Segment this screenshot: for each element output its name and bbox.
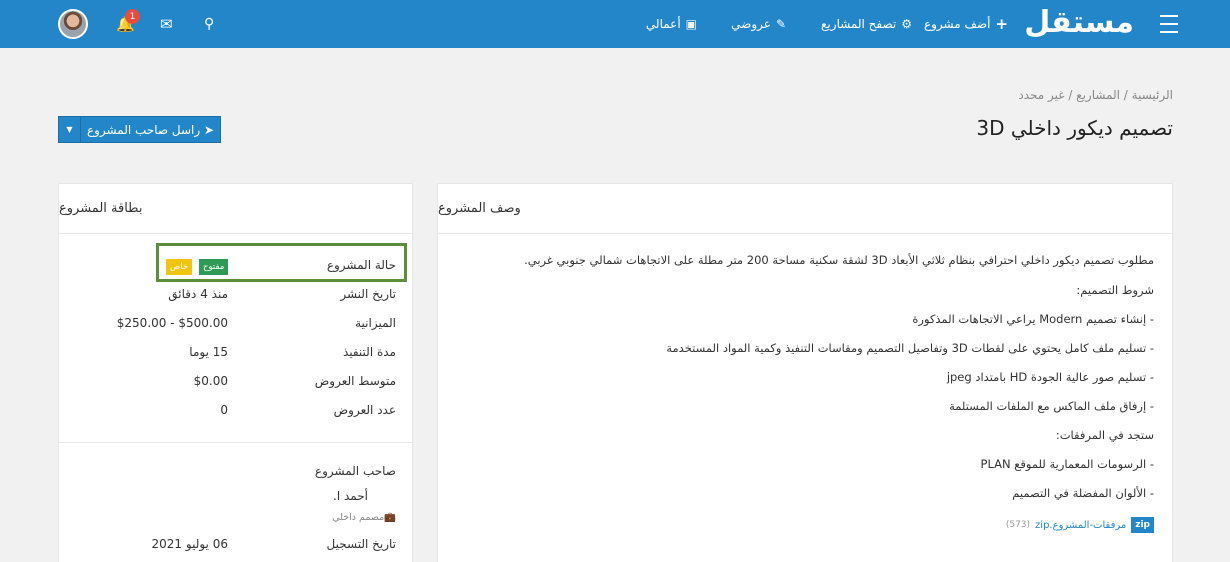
page-title: تصميم ديكور داخلي 3D (976, 116, 1173, 140)
register-row: تاريخ التسجيل 06 يوليو 2021 (151, 537, 396, 551)
nav-my-bids[interactable]: ✎ عروضي (731, 0, 786, 48)
description-body: مطلوب تصميم ديكور داخلي احترافي بنظام ثل… (438, 234, 1172, 512)
pen-icon: ✎ (775, 17, 786, 31)
zip-file-icon: zip (1131, 517, 1154, 533)
briefcase-icon: 💼 (384, 512, 396, 523)
send-icon: ➤ (203, 122, 215, 137)
card-row: تاريخ النشر منذ 4 دقائق (168, 287, 396, 301)
description-line: - تسليم صور عالية الجودة HD بامتداد jpeg (946, 370, 1154, 384)
card-row: الميزانية $250.00 - $500.00 (116, 316, 396, 330)
owner-role: 💼مصمم داخلي (332, 512, 396, 523)
breadcrumb[interactable]: الرئيسية / المشاريع / غير محدد (1018, 88, 1173, 102)
top-navbar: مستقل + أضف مشروع ⚙ تصفح المشاريع ✎ عروض… (0, 0, 1230, 48)
project-card-panel: بطاقة المشروع خاص مفتوح حالة المشروع تار… (58, 183, 413, 562)
search-icon[interactable]: ⚲ (204, 0, 214, 48)
owner-name[interactable]: أحمد ا. (333, 489, 368, 503)
site-logo[interactable]: مستقل (1024, 0, 1135, 46)
description-heading: وصف المشروع (438, 184, 1172, 234)
bell-icon[interactable]: 🔔 1 (116, 0, 140, 48)
status-label: حالة المشروع (326, 258, 396, 272)
description-line: - إنشاء تصميم Modern يراعي الاتجاهات الم… (912, 312, 1154, 326)
nav-add-project[interactable]: + أضف مشروع (924, 0, 1008, 48)
project-description-panel: وصف المشروع مطلوب تصميم ديكور داخلي احتر… (437, 183, 1173, 562)
attachment[interactable]: zip مرفقات-المشروع.zip (573) (1006, 517, 1154, 533)
plus-icon: + (995, 15, 1008, 33)
description-line: - الألوان المفضلة في التصميم (1012, 486, 1154, 500)
description-line: شروط التصميم: (1076, 283, 1154, 297)
messages-icon[interactable]: ✉ (160, 0, 173, 48)
description-line: ستجد في المرفقات: (1055, 428, 1154, 442)
description-line: - تسليم ملف كامل يحتوي على لقطات 3D وتفا… (666, 341, 1154, 355)
contact-owner-button[interactable]: ▼ ➤ راسل صاحب المشروع (58, 116, 221, 143)
attachment-size: (573) (1005, 520, 1031, 530)
owner-title: صاحب المشروع (314, 464, 396, 478)
nav-browse-projects[interactable]: ⚙ تصفح المشاريع (821, 0, 912, 48)
description-line: - الرسومات المعمارية للموقع PLAN (980, 457, 1154, 471)
caret-down-icon[interactable]: ▼ (59, 117, 81, 142)
card-row: عدد العروض 0 (220, 403, 396, 417)
cogs-icon: ⚙ (901, 17, 912, 31)
card-row: متوسط العروض $0.00 (193, 374, 396, 388)
description-line: مطلوب تصميم ديكور داخلي احترافي بنظام ثل… (524, 253, 1154, 267)
user-avatar[interactable] (58, 9, 88, 39)
card-heading: بطاقة المشروع (59, 184, 412, 234)
menu-icon[interactable] (1156, 0, 1178, 48)
notification-badge: 1 (125, 9, 140, 24)
briefcase-icon: ▣ (685, 17, 697, 31)
card-row: مدة التنفيذ 15 يوما (189, 345, 396, 359)
description-line: - إرفاق ملف الماكس مع الملفات المستلمة (949, 399, 1154, 413)
card-divider (59, 442, 412, 443)
attachment-link[interactable]: مرفقات-المشروع.zip (1035, 520, 1126, 531)
status-row: حالة المشروع (66, 258, 396, 274)
nav-my-works[interactable]: ▣ أعمالي (646, 0, 697, 48)
contact-owner-label: راسل صاحب المشروع (86, 122, 201, 137)
